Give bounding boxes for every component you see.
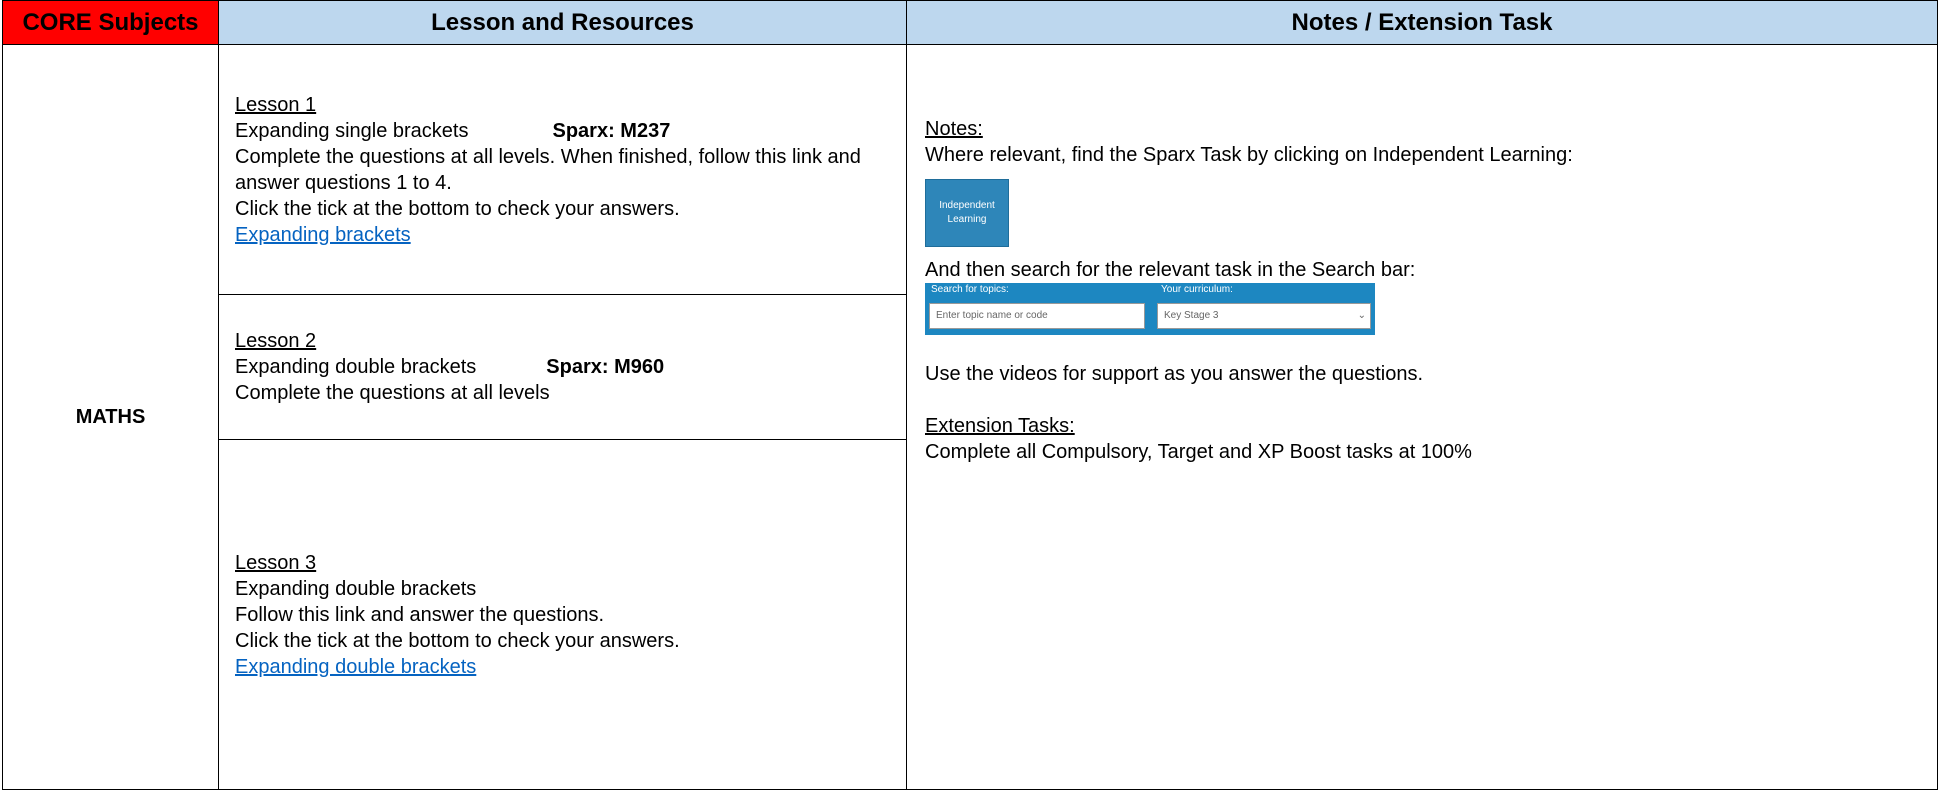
lesson-2-sparx-code: Sparx: M960 <box>546 356 665 378</box>
independent-learning-label-1: Independent <box>939 200 995 211</box>
extension-heading: Extension Tasks: <box>925 415 1075 437</box>
notes-heading: Notes: <box>925 118 983 140</box>
lesson-3-instruction: Follow this link and answer the question… <box>235 603 605 626</box>
lesson-1-link[interactable]: Expanding brackets <box>235 224 411 246</box>
independent-learning-label-2: Learning <box>947 214 987 225</box>
header-notes-extension: Notes / Extension Task <box>907 0 1938 45</box>
topic-search-input[interactable]: Enter topic name or code <box>929 303 1145 329</box>
lesson-1-instruction: Complete the questions at all levels. Wh… <box>235 145 861 194</box>
lesson-3-cell: Lesson 3 Expanding double brackets Follo… <box>219 440 907 790</box>
lesson-1-topic-line: Expanding single brackets Sparx: M237 <box>235 118 890 144</box>
sparx-search-bar: Search for topics: Your curriculum: Ente… <box>925 283 1375 335</box>
curriculum-select[interactable]: Key Stage 3 ⌄ <box>1157 303 1371 329</box>
lesson-3-check: Click the tick at the bottom to check yo… <box>235 629 680 652</box>
lesson-1-sparx-code: Sparx: M237 <box>552 119 671 142</box>
independent-learning-button[interactable]: Independent Learning <box>925 179 1009 247</box>
header-core-subjects: CORE Subjects <box>2 0 219 45</box>
extension-text: Complete all Compulsory, Target and XP B… <box>925 441 1472 463</box>
lesson-table: CORE Subjects Lesson and Resources Notes… <box>2 0 1938 790</box>
notes-intro: Where relevant, find the Sparx Task by c… <box>925 144 1573 166</box>
chevron-down-icon: ⌄ <box>1357 310 1366 321</box>
notes-videos: Use the videos for support as you answer… <box>925 363 1424 385</box>
lesson-1-cell: Lesson 1 Expanding single brackets Sparx:… <box>219 45 907 295</box>
lesson-3-topic: Expanding double brackets <box>235 577 477 600</box>
curriculum-value: Key Stage 3 <box>1164 310 1219 321</box>
lesson-3-title: Lesson 3 <box>235 551 317 574</box>
lesson-1-topic: Expanding single brackets <box>235 119 469 142</box>
lesson-2-topic: Expanding double brackets <box>235 356 477 378</box>
lesson-1-title: Lesson 1 <box>235 93 317 116</box>
curriculum-label: Your curriculum: <box>1161 284 1233 295</box>
lesson-3-link[interactable]: Expanding double brackets <box>235 656 476 678</box>
header-lesson-resources: Lesson and Resources <box>219 0 907 45</box>
notes-search-text: And then search for the relevant task in… <box>925 259 1416 281</box>
search-label: Search for topics: <box>931 284 1009 295</box>
lesson-2-instruction: Complete the questions at all levels <box>235 382 550 404</box>
lesson-2-topic-line: Expanding double brackets Sparx: M960 <box>235 354 890 380</box>
subject-cell: MATHS <box>2 45 219 790</box>
lesson-2-title: Lesson 2 <box>235 330 317 352</box>
notes-cell: Notes: Where relevant, find the Sparx Ta… <box>907 45 1938 790</box>
lesson-1-check: Click the tick at the bottom to check yo… <box>235 197 680 220</box>
lesson-2-cell: Lesson 2 Expanding double brackets Sparx:… <box>219 295 907 440</box>
subject-name: MATHS <box>75 405 146 428</box>
